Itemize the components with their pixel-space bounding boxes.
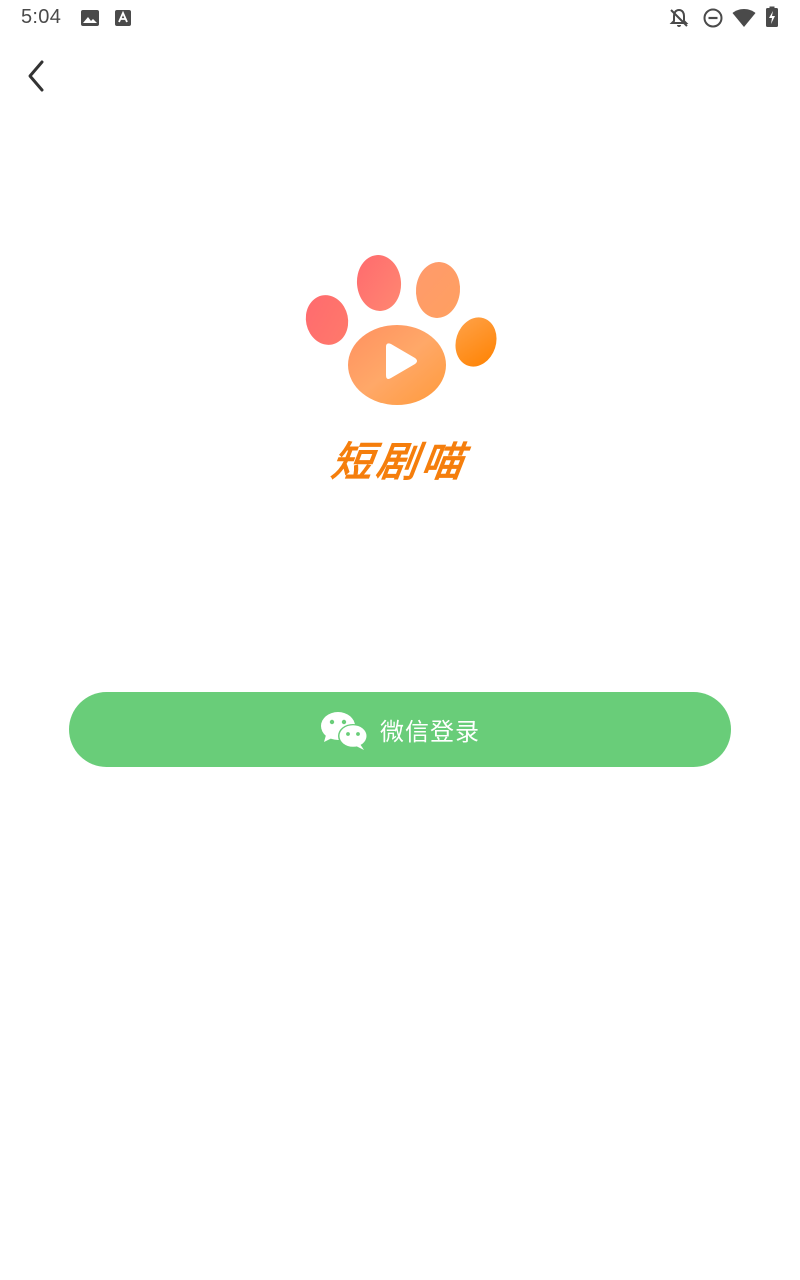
font-icon xyxy=(114,9,132,27)
wechat-login-label: 微信登录 xyxy=(380,718,480,746)
status-bar: 5:04 xyxy=(0,0,800,36)
app-logo xyxy=(300,250,500,410)
brand-name: 短剧喵 xyxy=(328,438,471,486)
wechat-login-button[interactable]: 微信登录 xyxy=(69,692,731,767)
wifi-icon xyxy=(732,8,756,28)
status-time: 5:04 xyxy=(21,6,62,28)
battery-charging-icon xyxy=(765,6,779,28)
do-not-disturb-icon xyxy=(702,7,724,29)
login-screen: 5:04 短剧喵 微信登录 xyxy=(0,0,800,1280)
image-icon xyxy=(80,9,100,27)
chevron-left-icon xyxy=(24,58,48,98)
paw-play-icon xyxy=(305,255,497,405)
notifications-off-icon xyxy=(668,7,690,29)
wechat-icon xyxy=(320,711,370,751)
back-button[interactable] xyxy=(14,56,58,100)
